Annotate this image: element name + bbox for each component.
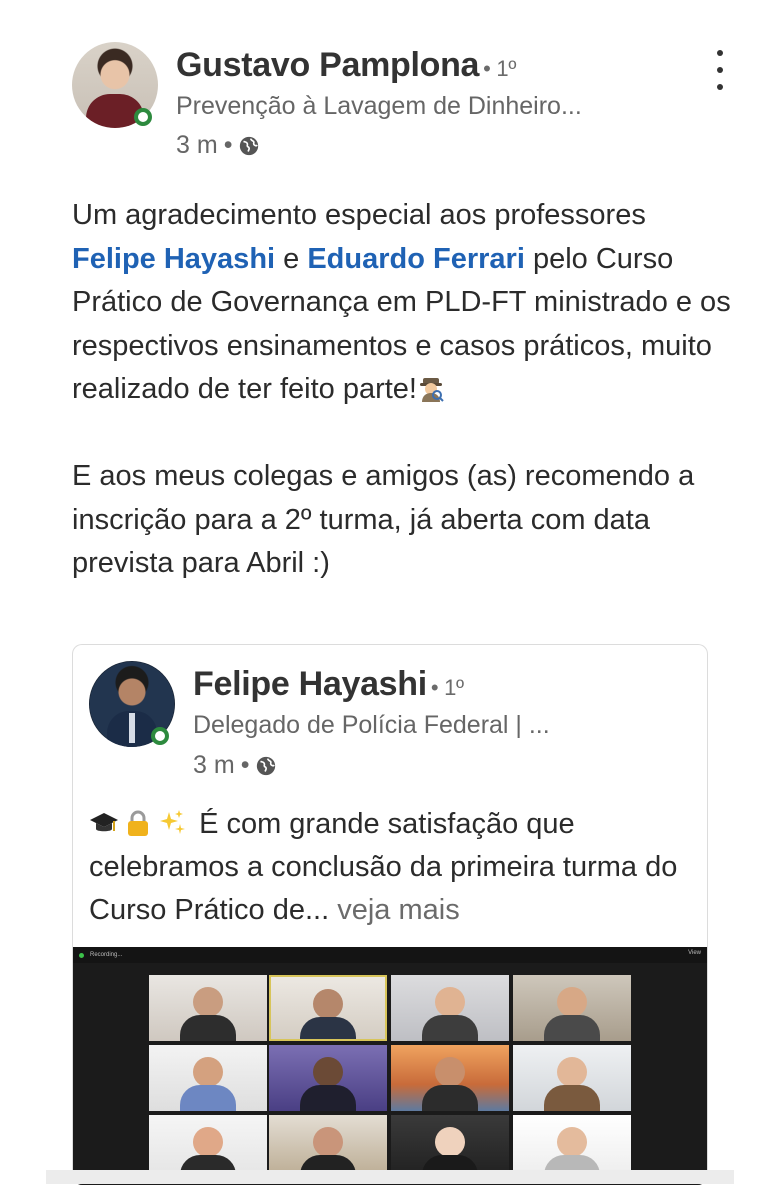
shared-author-headline: Delegado de Polícia Federal | ... — [193, 711, 550, 739]
meta-separator: • — [240, 751, 250, 779]
view-label: View — [688, 950, 701, 956]
globe-icon — [240, 136, 259, 155]
globe-icon — [257, 756, 276, 775]
online-status-icon — [134, 108, 152, 126]
post-text-segment: e — [275, 242, 308, 275]
post-time: 3 m — [176, 131, 218, 159]
shared-post-text: É com grande satisfação que celebramos a… — [89, 803, 689, 932]
post-meta: 3 m • — [176, 131, 260, 160]
recording-icon — [79, 952, 84, 958]
author-name-text[interactable]: Gustavo Pamplona — [176, 46, 479, 84]
sparkles-emoji-icon — [160, 810, 185, 834]
participant-tile — [269, 1045, 387, 1111]
connection-degree: • 1º — [430, 675, 464, 700]
participant-tile-active — [269, 975, 387, 1041]
post-paragraph-2: E aos meus colegas e amigos (as) recomen… — [72, 460, 695, 579]
participant-tile — [391, 975, 509, 1041]
meta-separator: • — [223, 131, 233, 159]
online-status-icon — [151, 727, 169, 745]
recording-label: Recording... — [90, 952, 123, 958]
detective-emoji-icon — [419, 378, 444, 402]
participant-tile — [513, 975, 631, 1041]
mention-link-felipe[interactable]: Felipe Hayashi — [72, 243, 275, 275]
shared-author-name-text[interactable]: Felipe Hayashi — [193, 665, 427, 703]
participant-tile — [513, 1045, 631, 1111]
shared-post-time: 3 m — [193, 751, 235, 779]
participant-tile — [149, 975, 267, 1041]
video-call-image[interactable]: Recording... View — [73, 947, 707, 1185]
mention-link-eduardo[interactable]: Eduardo Ferrari — [307, 243, 525, 275]
author-name[interactable]: Gustavo Pamplona • 1º — [176, 46, 516, 85]
bottom-divider — [46, 1170, 734, 1184]
shared-post-meta: 3 m • — [193, 751, 277, 780]
see-more-link[interactable]: veja mais — [337, 894, 460, 926]
more-vertical-icon[interactable] — [708, 50, 732, 90]
connection-degree: • 1º — [483, 56, 517, 81]
graduation-cap-emoji-icon — [90, 813, 118, 832]
shared-author-name[interactable]: Felipe Hayashi • 1º — [193, 665, 464, 704]
post-text: Um agradecimento especial aos professore… — [72, 194, 732, 586]
participant-tile — [391, 1045, 509, 1111]
shared-post-card[interactable]: Felipe Hayashi • 1º Delegado de Polícia F… — [72, 644, 708, 1185]
author-headline: Prevenção à Lavagem de Dinheiro... — [176, 92, 582, 120]
post-header: Gustavo Pamplona • 1º Prevenção à Lavagem… — [72, 40, 732, 170]
lock-emoji-icon — [128, 810, 148, 836]
participant-tile — [149, 1045, 267, 1111]
post-paragraph-1: Um agradecimento especial aos professore… — [72, 194, 732, 412]
call-toolbar: Recording... View — [73, 947, 707, 963]
post-text-segment: Um agradecimento especial aos professore… — [72, 199, 646, 231]
